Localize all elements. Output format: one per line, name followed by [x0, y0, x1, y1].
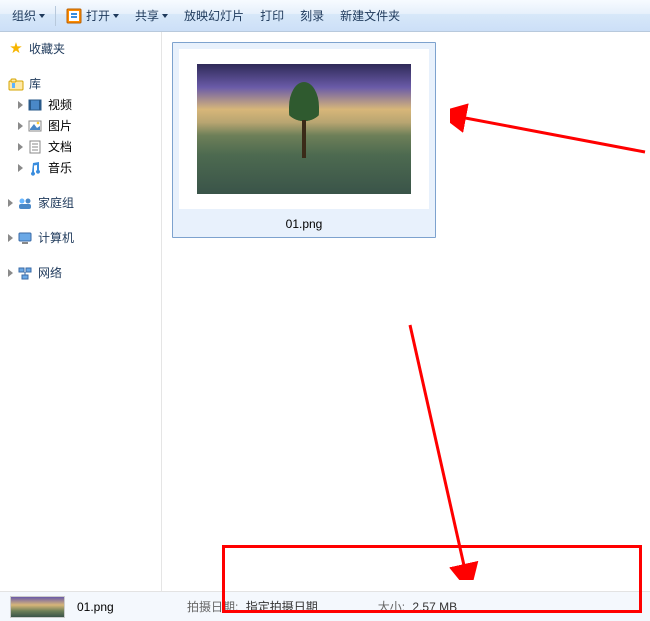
slideshow-button[interactable]: 放映幻灯片 [176, 0, 252, 31]
new-folder-label: 新建文件夹 [340, 7, 400, 24]
share-label: 共享 [135, 7, 159, 24]
burn-button[interactable]: 刻录 [292, 0, 332, 31]
libraries-label: 库 [29, 75, 41, 92]
thumbnail-frame [179, 49, 429, 209]
organize-button[interactable]: 组织 [4, 0, 53, 31]
share-button[interactable]: 共享 [127, 0, 176, 31]
sidebar-item-documents[interactable]: 文档 [0, 136, 161, 157]
sidebar: ★ 收藏夹 库 [0, 32, 162, 591]
sidebar-item-favorites[interactable]: ★ 收藏夹 [0, 38, 161, 59]
chevron-right-icon [8, 199, 13, 207]
sidebar-section-favorites: ★ 收藏夹 [0, 38, 161, 59]
chevron-right-icon [8, 234, 13, 242]
details-size: 大小: 2.57 MB [378, 598, 457, 615]
homegroup-icon [17, 195, 33, 211]
music-icon [27, 160, 43, 176]
main-area: ★ 收藏夹 库 [0, 32, 650, 591]
chevron-right-icon [18, 122, 23, 130]
sidebar-item-music[interactable]: 音乐 [0, 157, 161, 178]
libraries-icon [8, 76, 24, 92]
content-pane[interactable]: 01.png [162, 32, 650, 591]
sidebar-section-homegroup: 家庭组 [0, 192, 161, 213]
slideshow-label: 放映幻灯片 [184, 7, 244, 24]
details-pane: 01.png 拍摄日期: 指定拍摄日期 大小: 2.57 MB [0, 591, 650, 621]
documents-icon [27, 139, 43, 155]
sidebar-item-computer[interactable]: 计算机 [0, 227, 161, 248]
sidebar-section-network: 网络 [0, 262, 161, 283]
open-label: 打开 [86, 7, 110, 24]
details-thumbnail [10, 596, 65, 618]
date-label: 拍摄日期: [187, 600, 238, 614]
burn-label: 刻录 [300, 7, 324, 24]
file-thumbnail-selected[interactable]: 01.png [172, 42, 436, 238]
open-button[interactable]: 打开 [58, 0, 127, 31]
details-date: 拍摄日期: 指定拍摄日期 [187, 598, 318, 615]
thumbnail-filename: 01.png [179, 217, 429, 231]
new-folder-button[interactable]: 新建文件夹 [332, 0, 408, 31]
sidebar-item-network[interactable]: 网络 [0, 262, 161, 283]
chevron-right-icon [18, 143, 23, 151]
chevron-right-icon [18, 101, 23, 109]
chevron-down-icon [162, 14, 168, 18]
documents-label: 文档 [48, 138, 72, 155]
sidebar-item-libraries[interactable]: 库 [0, 73, 161, 94]
thumbnail-image [197, 64, 411, 194]
network-label: 网络 [38, 264, 62, 281]
pictures-icon [27, 118, 43, 134]
chevron-down-icon [39, 14, 45, 18]
separator [55, 6, 56, 26]
chevron-right-icon [8, 269, 13, 277]
open-icon [66, 8, 82, 24]
size-label: 大小: [378, 600, 405, 614]
toolbar: 组织 打开 共享 放映幻灯片 打印 刻录 新建文件夹 [0, 0, 650, 32]
sidebar-section-computer: 计算机 [0, 227, 161, 248]
details-filename: 01.png [77, 600, 187, 614]
star-icon: ★ [8, 41, 24, 57]
video-icon [27, 97, 43, 113]
date-value[interactable]: 指定拍摄日期 [246, 600, 318, 614]
pictures-label: 图片 [48, 117, 72, 134]
music-label: 音乐 [48, 159, 72, 176]
size-value: 2.57 MB [412, 600, 457, 614]
homegroup-label: 家庭组 [38, 194, 74, 211]
computer-icon [17, 230, 33, 246]
computer-label: 计算机 [38, 229, 74, 246]
sidebar-item-homegroup[interactable]: 家庭组 [0, 192, 161, 213]
print-button[interactable]: 打印 [252, 0, 292, 31]
sidebar-item-pictures[interactable]: 图片 [0, 115, 161, 136]
print-label: 打印 [260, 7, 284, 24]
video-label: 视频 [48, 96, 72, 113]
chevron-right-icon [18, 164, 23, 172]
favorites-label: 收藏夹 [29, 40, 65, 57]
chevron-down-icon [113, 14, 119, 18]
network-icon [17, 265, 33, 281]
organize-label: 组织 [12, 7, 36, 24]
sidebar-section-libraries: 库 视频 [0, 73, 161, 178]
sidebar-item-video[interactable]: 视频 [0, 94, 161, 115]
